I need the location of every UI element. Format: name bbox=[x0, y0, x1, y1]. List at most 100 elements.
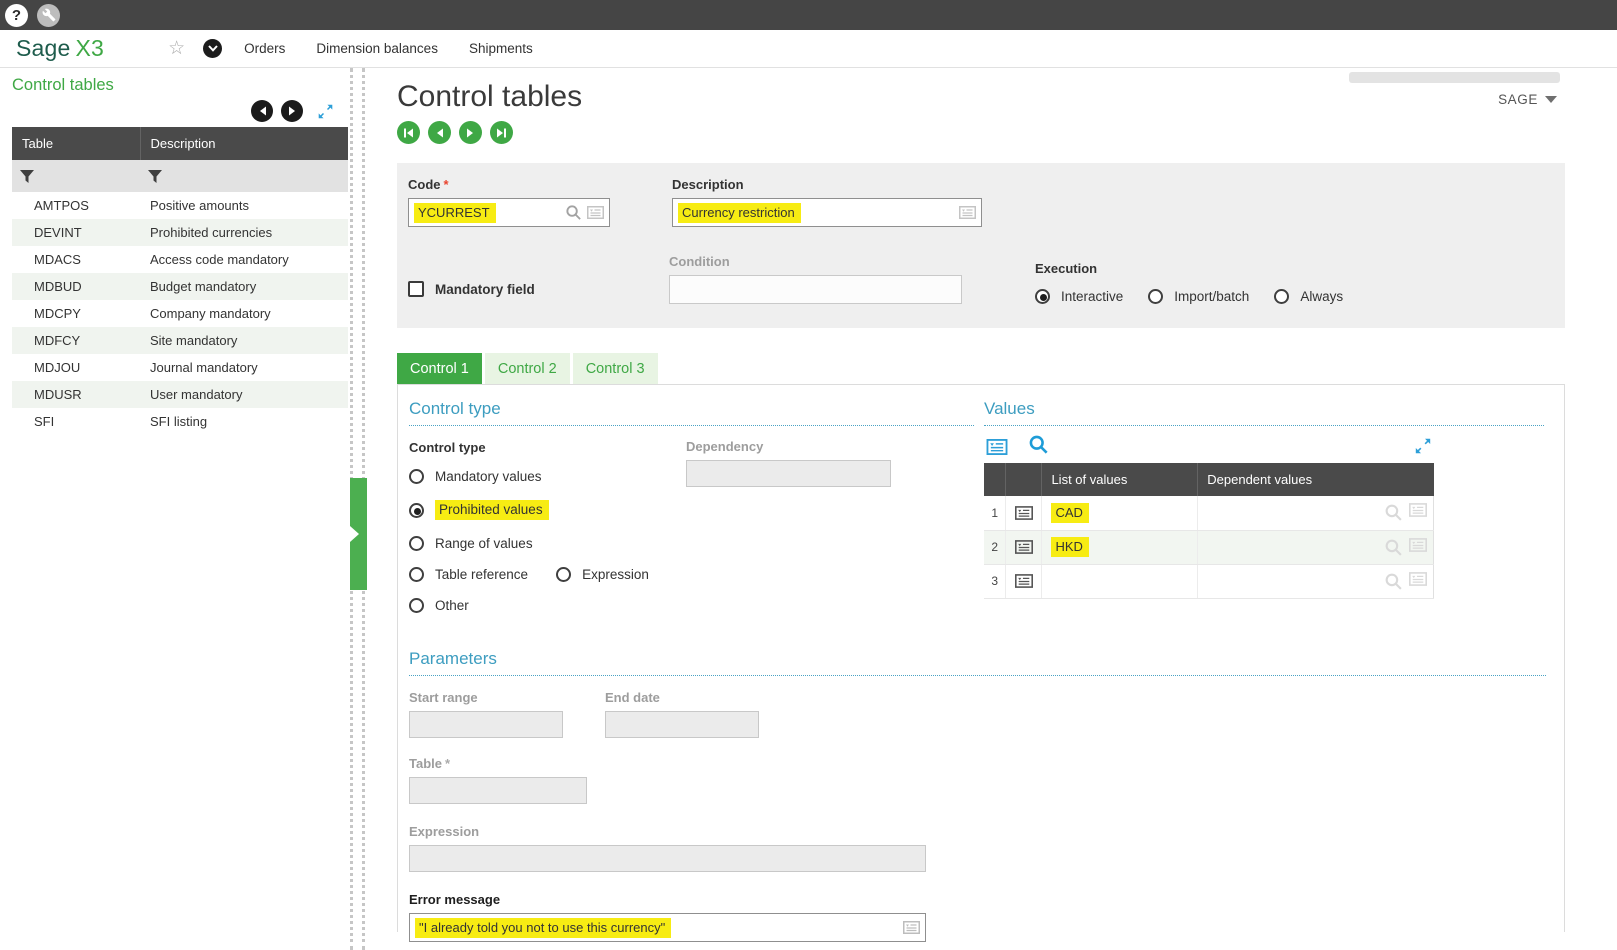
values-table: List of values Dependent values 1 CAD bbox=[984, 463, 1434, 599]
error-message-input[interactable]: "I already told you not to use this curr… bbox=[409, 913, 926, 942]
column-header-table[interactable]: Table bbox=[12, 127, 140, 160]
first-record-button[interactable] bbox=[397, 121, 420, 144]
radio-other[interactable] bbox=[409, 598, 424, 613]
nav-item-shipments[interactable]: Shipments bbox=[469, 41, 533, 56]
row-detail-icon[interactable] bbox=[1006, 564, 1042, 598]
control-type-option-other[interactable]: Other bbox=[409, 598, 974, 613]
execution-option-import-batch[interactable]: Import/batch bbox=[1148, 289, 1249, 304]
dependent-value-cell[interactable] bbox=[1198, 530, 1434, 564]
radio-table-reference[interactable] bbox=[409, 567, 424, 582]
table-row[interactable]: MDCPYCompany mandatory bbox=[12, 300, 348, 327]
values-heading: Values bbox=[984, 399, 1544, 426]
control-tables-list: Table Description AMTPOSPositive amounts… bbox=[12, 127, 348, 435]
search-icon[interactable] bbox=[1028, 434, 1049, 455]
table-row[interactable]: AMTPOSPositive amounts bbox=[12, 192, 348, 219]
header-nav: Orders Dimension balances Shipments bbox=[244, 41, 533, 56]
mandatory-field-group: Mandatory field bbox=[408, 281, 669, 297]
dependency-input[interactable] bbox=[686, 460, 891, 487]
logo-x3-text: X3 bbox=[76, 35, 105, 61]
dependency-field-group: Dependency bbox=[686, 439, 891, 487]
value-cell[interactable]: CAD bbox=[1042, 496, 1198, 530]
column-header-dependent-values[interactable]: Dependent values bbox=[1198, 463, 1434, 496]
left-list-next-button[interactable] bbox=[281, 100, 303, 122]
control-type-option-prohibited-values[interactable]: Prohibited values bbox=[409, 500, 974, 520]
table-row[interactable]: MDBUDBudget mandatory bbox=[12, 273, 348, 300]
mandatory-field-checkbox[interactable] bbox=[408, 281, 424, 297]
end-date-group: End date bbox=[605, 690, 759, 738]
nav-item-orders[interactable]: Orders bbox=[244, 41, 285, 56]
app-header: SageX3 ☆ Orders Dimension balances Shipm… bbox=[0, 30, 1617, 68]
code-label: Code* bbox=[408, 177, 610, 192]
radio-range-of-values[interactable] bbox=[409, 536, 424, 551]
dependent-value-cell[interactable] bbox=[1198, 496, 1434, 530]
radio-prohibited-values[interactable] bbox=[409, 503, 424, 518]
left-panel-toolbar bbox=[12, 97, 350, 125]
values-expand-icon[interactable] bbox=[1414, 437, 1432, 455]
values-section: Values List o bbox=[984, 399, 1544, 613]
detail-list-icon[interactable] bbox=[986, 439, 1008, 455]
tab-control-1[interactable]: Control 1 bbox=[397, 353, 482, 384]
column-header-description[interactable]: Description bbox=[140, 127, 348, 160]
description-input[interactable]: Currency restriction bbox=[672, 198, 982, 227]
sage-x3-logo[interactable]: SageX3 bbox=[16, 35, 104, 62]
value-cell[interactable]: HKD bbox=[1042, 530, 1198, 564]
left-list-prev-button[interactable] bbox=[251, 100, 273, 122]
table-label: Table* bbox=[409, 756, 1546, 771]
value-cell[interactable] bbox=[1042, 564, 1198, 598]
left-list-expand-icon[interactable] bbox=[317, 103, 334, 120]
radio-mandatory-values[interactable] bbox=[409, 469, 424, 484]
radio-import-batch[interactable] bbox=[1148, 289, 1163, 304]
next-record-button[interactable] bbox=[459, 121, 482, 144]
execution-group: Execution Interactive Import/batch bbox=[1035, 261, 1343, 304]
help-icon[interactable]: ? bbox=[5, 4, 28, 27]
radio-interactive[interactable] bbox=[1035, 289, 1050, 304]
selection-list-icon bbox=[587, 206, 604, 219]
end-date-input[interactable] bbox=[605, 711, 759, 738]
top-system-bar: ? bbox=[0, 0, 1617, 30]
start-range-input[interactable] bbox=[409, 711, 563, 738]
tab-control-3[interactable]: Control 3 bbox=[573, 353, 658, 384]
favorite-star-icon[interactable]: ☆ bbox=[168, 37, 185, 60]
table-row[interactable]: MDUSRUser mandatory bbox=[12, 381, 348, 408]
mandatory-field-label: Mandatory field bbox=[435, 282, 535, 297]
filter-cell-description[interactable] bbox=[140, 160, 348, 192]
menu-chevron-icon[interactable] bbox=[203, 39, 222, 58]
expression-field-group: Expression bbox=[409, 824, 1546, 872]
filter-cell-table[interactable] bbox=[12, 160, 140, 192]
column-header-list-of-values[interactable]: List of values bbox=[1042, 463, 1198, 496]
expression-input[interactable] bbox=[409, 845, 926, 872]
chevron-down-icon bbox=[1545, 96, 1557, 103]
execution-option-always[interactable]: Always bbox=[1274, 289, 1343, 304]
table-row[interactable]: MDACSAccess code mandatory bbox=[12, 246, 348, 273]
row-detail-icon[interactable] bbox=[1006, 496, 1042, 530]
code-input[interactable]: YCURREST bbox=[408, 198, 610, 227]
dependent-value-cell[interactable] bbox=[1198, 564, 1434, 598]
tools-icon[interactable] bbox=[37, 4, 60, 27]
table-row[interactable]: MDFCYSite mandatory bbox=[12, 327, 348, 354]
table-row[interactable]: MDJOUJournal mandatory bbox=[12, 354, 348, 381]
nav-item-dimension-balances[interactable]: Dimension balances bbox=[316, 41, 438, 56]
panel-splitter[interactable] bbox=[350, 68, 365, 950]
description-label: Description bbox=[672, 177, 982, 192]
execution-option-interactive[interactable]: Interactive bbox=[1035, 289, 1123, 304]
collapsed-toolbar[interactable] bbox=[1349, 72, 1560, 83]
radio-expression[interactable] bbox=[556, 567, 571, 582]
previous-record-button[interactable] bbox=[428, 121, 451, 144]
control-type-option-range-of-values[interactable]: Range of values bbox=[409, 536, 974, 551]
control-tabs: Control 1 Control 2 Control 3 bbox=[397, 353, 1565, 384]
row-detail-icon[interactable] bbox=[1006, 530, 1042, 564]
tab-control-2[interactable]: Control 2 bbox=[485, 353, 570, 384]
control-type-option-expression[interactable]: Expression bbox=[582, 567, 649, 582]
condition-label: Condition bbox=[669, 254, 962, 269]
table-input[interactable] bbox=[409, 777, 587, 804]
condition-input[interactable] bbox=[669, 275, 962, 304]
table-row[interactable]: DEVINTProhibited currencies bbox=[12, 219, 348, 246]
table-row[interactable]: SFISFI listing bbox=[12, 408, 348, 435]
record-header-form: Code* YCURREST Description Currency bbox=[397, 163, 1565, 328]
radio-always[interactable] bbox=[1274, 289, 1289, 304]
selection-list-icon bbox=[903, 921, 920, 934]
user-menu[interactable]: SAGE bbox=[1498, 92, 1557, 107]
control-type-option-table-reference[interactable]: Table reference bbox=[435, 567, 528, 582]
last-record-button[interactable] bbox=[490, 121, 513, 144]
search-icon bbox=[1384, 538, 1403, 557]
